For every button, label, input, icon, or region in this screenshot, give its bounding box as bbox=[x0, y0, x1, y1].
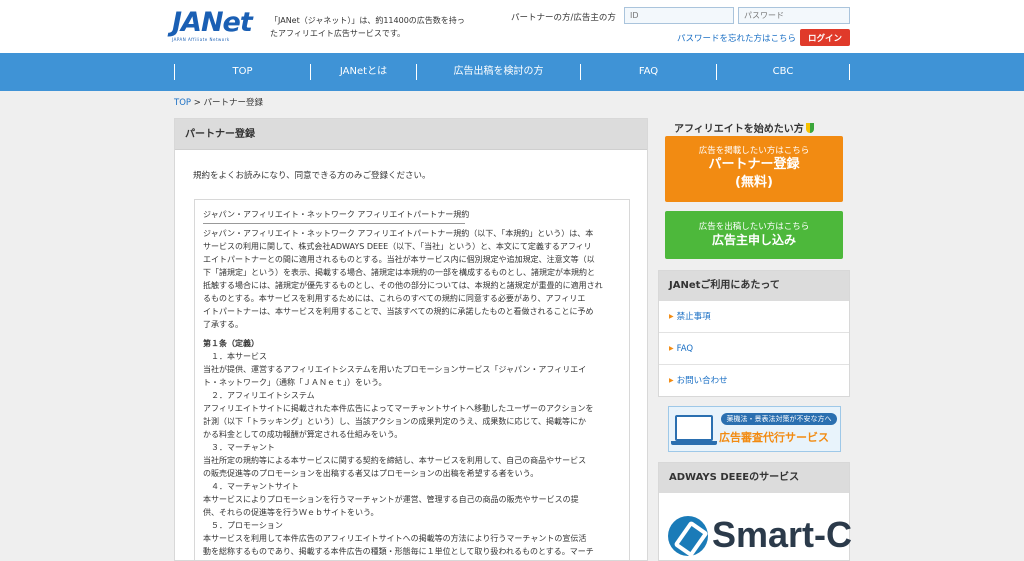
ad-review-service-banner[interactable]: 薬機法・景表法対策が不安な方へ 広告審査代行サービス bbox=[668, 406, 841, 452]
definition-text: 動を総称するものであり、掲載する本件広告の種類・形態毎に１単位として取り扱われる… bbox=[203, 547, 594, 556]
banner-title: 広告審査代行サービス bbox=[719, 431, 829, 444]
definition-text: の販売促進等のプロモーションを出稿する者又はプロモーションの出稿を希望する者をい… bbox=[203, 469, 539, 478]
breadcrumb-separator: > bbox=[193, 98, 201, 108]
smart-c-logo-text: Smart-C bbox=[712, 514, 853, 555]
forgot-password-link[interactable]: パスワードを忘れた方はこちら bbox=[677, 32, 796, 44]
login-button[interactable]: ログイン bbox=[800, 29, 850, 46]
nav-item-top[interactable]: TOP bbox=[174, 64, 310, 80]
terms-line: サービスの利用に関して、株式会社ADWAYS DEEE（以下、「当社」という）と… bbox=[203, 242, 592, 251]
usage-info-box: JANetご利用にあたって ▶ 禁止事項 ▶ FAQ ▶ お問い合わせ bbox=[658, 270, 850, 397]
definition-item: ３．マーチャント 当社所定の規約等による本サービスに関する契約を締結し、本サービ… bbox=[203, 441, 621, 480]
terms-line: イトパートナーは、本サービスを利用することで、当該すべての規約に承諾したものと看… bbox=[203, 307, 594, 316]
page-title: パートナー登録 bbox=[175, 119, 647, 150]
partner-cta-title: パートナー登録 bbox=[708, 157, 800, 172]
partner-cta-subtext: 広告を掲載したい方はこちら bbox=[698, 146, 810, 156]
sidebar-link-faq[interactable]: ▶ FAQ bbox=[659, 333, 849, 365]
definition-text: 供、それらの促進等を行うＷｅｂサイトをいう。 bbox=[203, 508, 379, 517]
usage-info-title: JANetご利用にあたって bbox=[659, 271, 849, 301]
triangle-right-icon: ▶ bbox=[669, 313, 674, 320]
nav-item-cbc[interactable]: CBC bbox=[716, 64, 850, 80]
definition-text: ト・ネットワーク」（通称「ＪＡＮｅｔ」）をいう。 bbox=[203, 378, 387, 387]
intro-text: 規約をよくお読みになり、同意できる方のみご登録ください。 bbox=[193, 171, 431, 181]
advertiser-apply-button[interactable]: 広告を出稿したい方はこちら 広告主申し込み bbox=[665, 211, 843, 259]
definition-item: ４．マーチャントサイト 本サービスによりプロモーションを行うマーチャントが運営、… bbox=[203, 480, 621, 519]
terms-title: ジャパン・アフィリエイト・ネットワーク アフィリエイトパートナー規約 bbox=[203, 210, 470, 219]
nav-item-faq[interactable]: FAQ bbox=[580, 64, 716, 80]
definition-heading: １．本サービス bbox=[211, 352, 267, 361]
definition-item: １．本サービス 当社が提供、運営するアフィリエイトシステムを用いたプロモーション… bbox=[203, 350, 621, 389]
breadcrumb: TOP > パートナー登録 bbox=[174, 96, 263, 108]
sidebar-link-prohibited[interactable]: ▶ 禁止事項 bbox=[659, 301, 849, 333]
definition-text: 本サービスを利用して本件広告のアフィリエイトサイトへの掲載等の方法により行うマー… bbox=[203, 534, 587, 543]
partner-signup-button[interactable]: 広告を掲載したい方はこちら パートナー登録 (無料) bbox=[665, 136, 843, 202]
definition-text: 計測（以下「トラッキング」という）し、当該アクションの成果判定のうえ、成果数に応… bbox=[203, 417, 586, 426]
beginner-leaf-icon bbox=[805, 123, 814, 133]
triangle-right-icon: ▶ bbox=[669, 345, 674, 352]
site-tagline: 「JANet（ジャネット）」は、約11400の広告数を持ったアフィリエイト広告サ… bbox=[270, 16, 465, 38]
advertiser-cta-title: 広告主申し込み bbox=[711, 233, 796, 247]
sidebar-link-label: お問い合わせ bbox=[676, 376, 728, 386]
terms-line: 抵触する場合には、諸規定が優先するものとし、その他の部分については、本規約と諸規… bbox=[203, 281, 603, 290]
nav-item-advertisers[interactable]: 広告出稿を検討の方 bbox=[416, 64, 580, 80]
triangle-right-icon: ▶ bbox=[669, 377, 674, 384]
terms-line: 下「諸規定」という）を表示、掲載する場合、諸規定は本規約の一部を構成するものとし… bbox=[203, 268, 595, 277]
laptop-icon bbox=[675, 415, 713, 441]
sidebar-link-label: 禁止事項 bbox=[676, 312, 711, 322]
nav-item-about[interactable]: JANetとは bbox=[310, 64, 416, 80]
terms-line: るものとする。本サービスを利用するためには、これらのすべての規約に同意する必要が… bbox=[203, 294, 586, 303]
definition-item: ５．プロモーション 本サービスを利用して本件広告のアフィリエイトサイトへの掲載等… bbox=[203, 519, 621, 558]
adways-services-title: ADWAYS DEEEのサービス bbox=[659, 463, 849, 493]
sidebar-link-contact[interactable]: ▶ お問い合わせ bbox=[659, 365, 849, 397]
advertiser-cta-subtext: 広告を出稿したい方はこちら bbox=[698, 222, 810, 232]
breadcrumb-current: パートナー登録 bbox=[203, 98, 264, 108]
sidebar-link-label: FAQ bbox=[676, 344, 694, 354]
definition-text: 本サービスによりプロモーションを行うマーチャントが運営、管理する自己の商品の販売… bbox=[203, 495, 579, 504]
password-input[interactable] bbox=[738, 7, 850, 24]
id-input[interactable] bbox=[624, 7, 734, 24]
laptop-base-icon bbox=[671, 441, 717, 445]
partner-cta-free: (無料) bbox=[735, 175, 773, 190]
definition-text: 当社所定の規約等による本サービスに関する契約を締結し、本サービスを利用して、自己… bbox=[203, 456, 587, 465]
terms-preamble: ジャパン・アフィリエイト・ネットワーク アフィリエイトパートナー規約（以下、「本… bbox=[203, 227, 621, 331]
registration-panel: パートナー登録 規約をよくお読みになり、同意できる方のみご登録ください。 ジャパ… bbox=[174, 118, 648, 561]
definition-text: 当社が提供、運営するアフィリエイトシステムを用いたプロモーションサービス「ジャパ… bbox=[203, 365, 587, 374]
login-label: パートナーの方/広告主の方 bbox=[511, 13, 616, 23]
definition-heading: ２．アフィリエイトシステム bbox=[211, 391, 315, 400]
terms-scroll-box[interactable]: ジャパン・アフィリエイト・ネットワーク アフィリエイトパートナー規約 ジャパン・… bbox=[194, 199, 630, 561]
terms-line: エイトパートナーとの間に適用されるものとする。当社が本サービス内に個別規定や追加… bbox=[203, 255, 595, 264]
definition-text: アフィリエイトサイトに掲載された本件広告によってマーチャントサイトへ移動したユー… bbox=[203, 404, 594, 413]
sidebar-start-heading: アフィリエイトを始めたい方 bbox=[674, 120, 814, 135]
logo-text: JANet bbox=[172, 7, 253, 38]
janet-logo[interactable]: JANet JAPAN Affiliate Network bbox=[172, 9, 254, 43]
terms-line: 了承する。 bbox=[203, 320, 243, 329]
sidebar-start-heading-text: アフィリエイトを始めたい方 bbox=[674, 124, 804, 135]
breadcrumb-home-link[interactable]: TOP bbox=[174, 98, 191, 108]
smart-c-icon bbox=[668, 516, 708, 556]
definition-heading: ３．マーチャント bbox=[211, 443, 275, 452]
banner-subtext: 薬機法・景表法対策が不安な方へ bbox=[721, 413, 837, 425]
definition-item: ２．アフィリエイトシステム アフィリエイトサイトに掲載された本件広告によってマー… bbox=[203, 389, 621, 441]
terms-divider bbox=[203, 223, 465, 224]
article-title: 第１条（定義） bbox=[203, 339, 259, 348]
definition-text: かる料金としての成功報酬が算定される仕組みをいう。 bbox=[203, 430, 403, 439]
main-nav: TOP JANetとは 広告出稿を検討の方 FAQ CBC bbox=[0, 53, 1024, 91]
definition-heading: ４．マーチャントサイト bbox=[211, 482, 299, 491]
site-header: JANet JAPAN Affiliate Network 「JANet（ジャネ… bbox=[0, 0, 1024, 53]
terms-line: ジャパン・アフィリエイト・ネットワーク アフィリエイトパートナー規約（以下、「本… bbox=[203, 229, 594, 238]
definition-heading: ５．プロモーション bbox=[211, 521, 283, 530]
